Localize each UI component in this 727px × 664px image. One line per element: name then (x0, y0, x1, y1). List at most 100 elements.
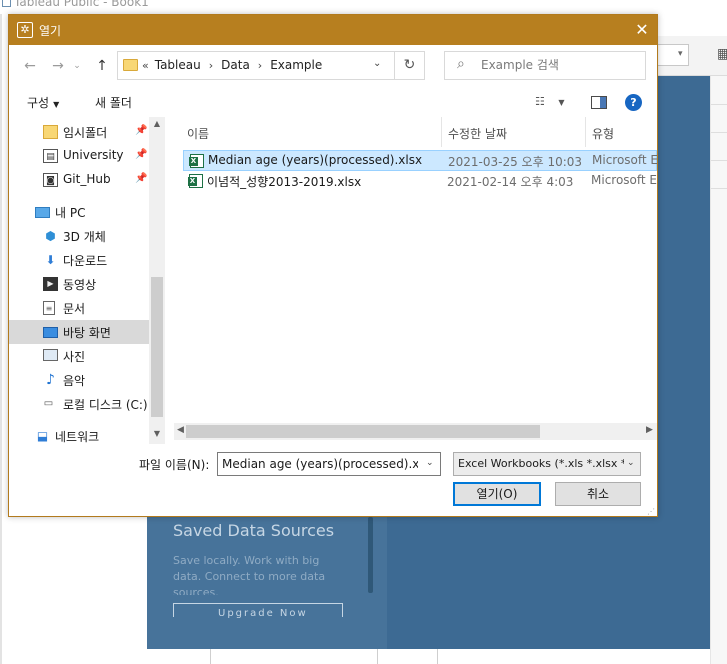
panel-scrollbar[interactable] (368, 517, 373, 593)
file-row[interactable]: X Median age (years)(processed).xlsx 202… (183, 150, 657, 171)
upgrade-button[interactable]: Upgrade Now (173, 603, 343, 619)
desktop-icon (43, 327, 58, 338)
nav-item-label: University (63, 148, 124, 162)
view-options-button[interactable]: ☷ ▼ (535, 95, 565, 108)
breadcrumb: « Tableau › Data › Example (142, 58, 322, 72)
tableau-logo-icon: ✲ (17, 22, 33, 38)
breadcrumb-data[interactable]: Data (221, 58, 250, 72)
navigation-pane-scrollbar[interactable]: ▲ ▼ (149, 117, 165, 444)
address-bar[interactable]: « Tableau › Data › Example ⌄ (117, 51, 395, 80)
chevron-down-icon[interactable]: ⌄ (373, 58, 381, 69)
command-bar: 구성 ▼ 새 폴더 ☷ ▼ ? (9, 87, 657, 117)
arrow-right-icon: → (52, 58, 64, 74)
excel-file-icon: X (189, 154, 204, 168)
folder-icon (43, 125, 58, 139)
file-name-input[interactable] (222, 457, 418, 471)
help-button[interactable]: ? (625, 94, 642, 111)
tableau-app-icon (2, 0, 11, 7)
dialog-title: 열기 (39, 24, 62, 38)
file-type: Microsoft Excel (591, 173, 657, 187)
pc-icon (35, 207, 50, 218)
column-header-name[interactable]: 이름 (174, 117, 441, 147)
pin-icon[interactable]: 📌 (135, 173, 147, 184)
pin-icon[interactable]: 📌 (135, 149, 147, 160)
recent-locations-button[interactable]: ⌄ (71, 55, 83, 77)
nav-item-label: 동영상 (63, 278, 97, 292)
nav-item-label: 네트워크 (55, 430, 100, 444)
scroll-left-icon[interactable]: ◀ (177, 425, 184, 435)
scroll-down-icon[interactable]: ▼ (151, 429, 163, 438)
column-header-name-label: 이름 (187, 127, 210, 141)
breadcrumb-example[interactable]: Example (270, 58, 322, 72)
refresh-icon: ↻ (403, 57, 416, 73)
new-folder-button[interactable]: 새 폴더 (95, 94, 132, 111)
nav-item-local-disk[interactable]: ▭ 로컬 디스크 (C:) (9, 392, 149, 416)
excel-file-icon: X (188, 174, 203, 188)
nav-item-git-hub[interactable]: ◙ Git_Hub 📌 (9, 168, 149, 192)
preview-pane-button[interactable] (591, 96, 607, 109)
nav-item-university[interactable]: ▤ University 📌 (9, 144, 149, 168)
file-name-label: 파일 이름(N): (139, 458, 210, 472)
back-button[interactable]: ← (19, 55, 41, 77)
column-header-type[interactable]: 유형 (586, 117, 657, 147)
folder-icon (123, 59, 138, 71)
scroll-right-icon[interactable]: ▶ (646, 425, 653, 435)
nav-item-3d-objects[interactable]: ⬢ 3D 개체 (9, 224, 149, 248)
nav-item-network[interactable]: ⬓ 네트워크 (9, 424, 149, 444)
chevron-right-icon[interactable]: › (209, 59, 213, 72)
resize-grip-icon[interactable]: ⋰ (647, 507, 655, 516)
organize-button[interactable]: 구성 ▼ (27, 94, 59, 111)
file-row[interactable]: X 이념적_성향2013-2019.xlsx 2021-02-14 오후 4:0… (183, 171, 657, 192)
scrollbar-thumb[interactable] (186, 425, 540, 438)
organize-label: 구성 (27, 96, 50, 110)
caret-down-icon: ▼ (558, 98, 565, 107)
navigation-row: ← → ⌄ ↑ « Tableau › Data › Example ⌄ ↻ ⌕ (9, 45, 657, 87)
search-box[interactable]: ⌕ (444, 51, 646, 80)
arrow-left-icon: ← (24, 58, 36, 74)
nav-item-label: 임시폴더 (63, 126, 108, 140)
forward-button[interactable]: → (47, 55, 69, 77)
file-type-selected: Excel Workbooks (*.xls *.xlsx *.xlsm) (458, 457, 624, 470)
app-toolbar: ▾ ▦ (657, 36, 727, 76)
arrow-up-icon: ↑ (96, 58, 108, 74)
file-list-horizontal-scrollbar[interactable]: ◀ ▶ (174, 423, 657, 440)
pictures-icon (43, 349, 58, 361)
app-toolbar-dropdown[interactable]: ▾ (657, 44, 689, 66)
column-header-modified[interactable]: 수정한 날짜 (442, 117, 586, 147)
nav-item-desktop[interactable]: 바탕 화면 (9, 320, 149, 344)
up-button[interactable]: ↑ (91, 55, 113, 77)
nav-item-music[interactable]: ♪ 음악 (9, 368, 149, 392)
caret-down-icon: ▼ (53, 100, 60, 109)
download-icon: ⬇ (45, 253, 56, 267)
show-me-icon[interactable]: ▦ (717, 46, 727, 62)
nav-item-pictures[interactable]: 사진 (9, 344, 149, 368)
nav-item-documents[interactable]: ≡ 문서 (9, 296, 149, 320)
search-input[interactable] (481, 58, 641, 72)
close-button[interactable]: ✕ (627, 15, 657, 45)
breadcrumb-overflow[interactable]: « (142, 59, 149, 72)
refresh-button[interactable]: ↻ (395, 51, 425, 80)
pin-icon[interactable]: 📌 (135, 125, 147, 136)
file-type-select[interactable]: Excel Workbooks (*.xls *.xlsx *.xlsm) ⌄ (453, 452, 641, 476)
chevron-right-icon[interactable]: › (258, 59, 262, 72)
nav-item-videos[interactable]: ▶ 동영상 (9, 272, 149, 296)
preview-pane-icon (600, 97, 606, 108)
file-name-combobox[interactable]: ⌄ (217, 452, 441, 476)
scrollbar-thumb[interactable] (151, 277, 163, 417)
nav-item-downloads[interactable]: ⬇ 다운로드 (9, 248, 149, 272)
chevron-down-icon[interactable]: ⌄ (426, 458, 434, 468)
chevron-down-icon: ⌄ (73, 61, 81, 71)
cancel-button[interactable]: 취소 (555, 482, 641, 506)
file-list: ^ 이름 수정한 날짜 유형 X Median age (years)(proc… (174, 117, 657, 444)
file-name: 이념적_성향2013-2019.xlsx (207, 175, 362, 189)
file-name: Median age (years)(processed).xlsx (208, 153, 423, 167)
open-button[interactable]: 열기(O) (453, 482, 541, 506)
start-page-right (657, 76, 710, 649)
details-view-icon: ☷ (535, 95, 545, 108)
scroll-up-icon[interactable]: ▲ (151, 119, 163, 128)
breadcrumb-tableau[interactable]: Tableau (155, 58, 201, 72)
dialog-titlebar[interactable]: ✲ 열기 ✕ (9, 15, 657, 45)
nav-item-temp-folder[interactable]: 임시폴더 📌 (9, 120, 149, 144)
nav-item-this-pc[interactable]: 내 PC (9, 200, 149, 224)
file-modified: 2021-02-14 오후 4:03 (447, 175, 574, 189)
